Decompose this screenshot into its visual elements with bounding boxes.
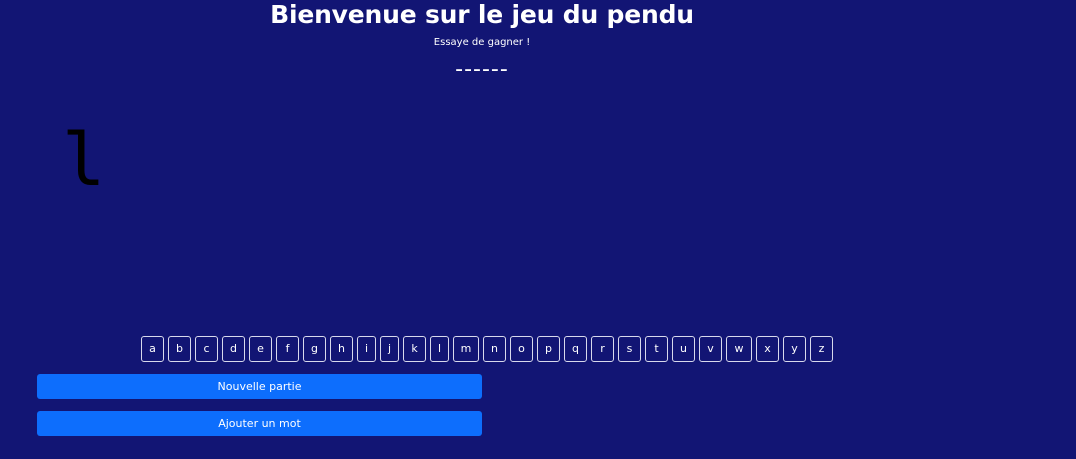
letter-key-r[interactable]: r xyxy=(591,336,614,362)
letter-key-c[interactable]: c xyxy=(195,336,218,362)
letter-key-z[interactable]: z xyxy=(810,336,833,362)
letter-key-p[interactable]: p xyxy=(537,336,560,362)
letter-key-g[interactable]: g xyxy=(303,336,326,362)
letter-key-k[interactable]: k xyxy=(403,336,426,362)
page-subtitle: Essaye de gagner ! xyxy=(433,37,531,48)
add-word-button[interactable]: Ajouter un mot xyxy=(37,411,482,436)
letter-key-v[interactable]: v xyxy=(699,336,722,362)
letter-keyboard: a b c d e f g h i j k l m n o p q r s t … xyxy=(141,336,841,362)
letter-key-u[interactable]: u xyxy=(672,336,695,362)
letter-key-d[interactable]: d xyxy=(222,336,245,362)
letter-key-b[interactable]: b xyxy=(168,336,191,362)
hangman-drawing: l xyxy=(62,118,106,202)
letter-key-w[interactable]: w xyxy=(726,336,752,362)
letter-key-f[interactable]: f xyxy=(276,336,299,362)
page-title: Bienvenue sur le jeu du pendu xyxy=(270,0,694,29)
letter-key-s[interactable]: s xyxy=(618,336,641,362)
masked-word: ------ xyxy=(455,57,509,82)
letter-key-i[interactable]: i xyxy=(357,336,376,362)
letter-key-e[interactable]: e xyxy=(249,336,272,362)
letter-key-a[interactable]: a xyxy=(141,336,164,362)
letter-key-q[interactable]: q xyxy=(564,336,587,362)
new-game-button[interactable]: Nouvelle partie xyxy=(37,374,482,399)
letter-key-m[interactable]: m xyxy=(453,336,479,362)
letter-key-n[interactable]: n xyxy=(483,336,506,362)
letter-key-j[interactable]: j xyxy=(380,336,399,362)
letter-key-o[interactable]: o xyxy=(510,336,533,362)
letter-key-x[interactable]: x xyxy=(756,336,779,362)
letter-key-l[interactable]: l xyxy=(430,336,449,362)
letter-key-y[interactable]: y xyxy=(783,336,806,362)
letter-key-h[interactable]: h xyxy=(330,336,353,362)
letter-key-t[interactable]: t xyxy=(645,336,668,362)
